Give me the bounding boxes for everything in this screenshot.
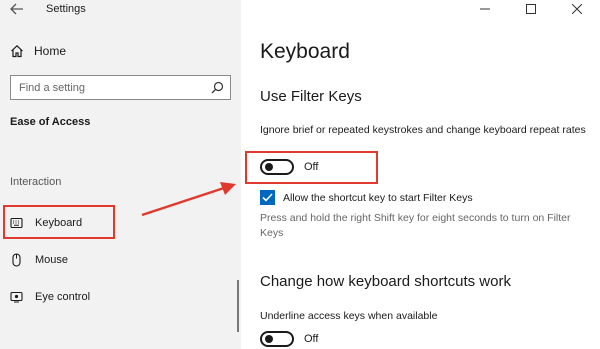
window-controls (462, 0, 600, 18)
eye-control-icon (10, 291, 23, 303)
close-button[interactable] (554, 0, 600, 18)
home-icon (11, 44, 23, 58)
close-icon (572, 4, 582, 14)
underline-toggle-row: Off (260, 331, 318, 347)
keyboard-highlight-box (3, 205, 115, 239)
sidebar-item-eye-control[interactable]: Eye control (10, 287, 90, 307)
sidebar-item-label: Mouse (35, 254, 69, 266)
back-button[interactable] (10, 3, 26, 17)
filter-keys-heading: Use Filter Keys (260, 88, 362, 105)
sidebar-item-home[interactable]: Home (10, 44, 66, 58)
minimize-button[interactable] (462, 0, 508, 18)
shortcut-checkbox[interactable] (260, 190, 275, 205)
shortcuts-heading: Change how keyboard shortcuts work (260, 273, 511, 290)
maximize-icon (526, 4, 536, 14)
underline-access-keys-label: Underline access keys when available (260, 310, 438, 322)
sidebar-scrollbar[interactable] (237, 280, 239, 332)
page-title: Keyboard (260, 40, 350, 63)
checkmark-icon (262, 193, 273, 202)
shortcut-checkbox-label: Allow the shortcut key to start Filter K… (283, 191, 473, 204)
sidebar-item-mouse[interactable]: Mouse (10, 250, 68, 270)
underline-access-keys-toggle[interactable] (260, 331, 294, 347)
search-icon[interactable] (211, 81, 224, 94)
group-label-interaction: Interaction (10, 176, 62, 188)
search-box[interactable] (10, 75, 231, 100)
toggle-knob (265, 335, 273, 343)
sidebar: Settings Home Ease of Access Interaction… (0, 0, 241, 349)
back-arrow-icon (10, 3, 23, 15)
section-title: Ease of Access (10, 116, 91, 128)
toggle-highlight-box (245, 151, 378, 184)
sidebar-item-label: Eye control (35, 291, 91, 303)
home-label: Home (34, 44, 67, 58)
filter-keys-description: Ignore brief or repeated keystrokes and … (260, 124, 586, 136)
filter-keys-hint: Press and hold the right Shift key for e… (260, 212, 571, 239)
maximize-button[interactable] (508, 0, 554, 18)
search-input[interactable] (11, 76, 201, 99)
shortcut-checkbox-row[interactable]: Allow the shortcut key to start Filter K… (260, 190, 473, 205)
toggle-state-label: Off (304, 333, 319, 345)
mouse-icon (12, 253, 21, 267)
window-title: Settings (46, 3, 86, 15)
minimize-icon (480, 8, 490, 10)
